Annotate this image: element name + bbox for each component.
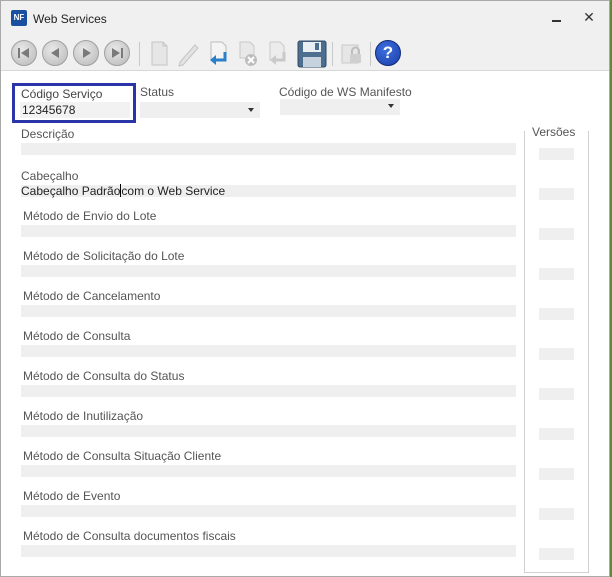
edit-button[interactable] xyxy=(175,40,203,67)
window-title: Web Services xyxy=(33,12,107,26)
codigo-ws-manifesto-label: Código de WS Manifesto xyxy=(279,85,412,99)
metodo-envio-lote-label: Método de Envio do Lote xyxy=(23,209,157,223)
cabecalho-value-after-caret: com o Web Service xyxy=(121,184,226,198)
codigo-servico-label: Código Serviço xyxy=(21,87,103,101)
versao-item[interactable] xyxy=(539,308,574,320)
metodo-cancelamento-label: Método de Cancelamento xyxy=(23,289,161,303)
web-services-window: NF Web Services ✕ ? Código Serviço 12345… xyxy=(0,0,610,577)
previous-record-button[interactable] xyxy=(42,40,70,67)
help-icon: ? xyxy=(375,40,401,66)
last-record-button[interactable] xyxy=(104,40,132,67)
close-icon: ✕ xyxy=(583,9,595,25)
cabecalho-value-before-caret: Cabeçalho Padrão xyxy=(21,184,121,198)
title-bar: NF Web Services ✕ xyxy=(1,1,609,36)
versao-item[interactable] xyxy=(539,548,574,560)
metodo-consulta-status-input[interactable] xyxy=(21,385,516,397)
cancel-arrow-icon xyxy=(269,41,286,65)
versao-item[interactable] xyxy=(539,148,574,160)
minimize-button[interactable] xyxy=(549,9,565,25)
descricao-input[interactable] xyxy=(21,143,516,155)
versao-item[interactable] xyxy=(539,268,574,280)
versao-item[interactable] xyxy=(539,468,574,480)
metodo-consulta-documentos-fiscais-input[interactable] xyxy=(21,545,516,557)
status-select[interactable] xyxy=(140,102,260,118)
next-record-button[interactable] xyxy=(73,40,101,67)
metodo-evento-input[interactable] xyxy=(21,505,516,517)
versao-item[interactable] xyxy=(539,348,574,360)
confirm-button[interactable] xyxy=(205,40,233,67)
metodo-inutilizacao-input[interactable] xyxy=(21,425,516,437)
metodo-solicitacao-lote-label: Método de Solicitação do Lote xyxy=(23,249,185,263)
cabecalho-label: Cabeçalho xyxy=(21,169,79,183)
first-record-button[interactable] xyxy=(11,40,39,67)
metodo-consulta-situacao-cliente-label: Método de Consulta Situação Cliente xyxy=(23,449,222,463)
toolbar-separator xyxy=(332,42,333,66)
previous-icon xyxy=(42,40,68,66)
metodo-consulta-label: Método de Consulta xyxy=(23,329,131,343)
versao-item[interactable] xyxy=(539,428,574,440)
app-icon: NF xyxy=(11,10,27,26)
close-button[interactable]: ✕ xyxy=(581,8,597,26)
metodo-solicitacao-lote-input[interactable] xyxy=(21,265,516,277)
pencil-icon xyxy=(178,44,199,67)
codigo-servico-value: 12345678 xyxy=(22,103,76,117)
new-document-icon xyxy=(151,41,168,66)
metodo-consulta-input[interactable] xyxy=(21,345,516,357)
versao-item[interactable] xyxy=(539,388,574,400)
versao-item[interactable] xyxy=(539,188,574,200)
next-icon xyxy=(73,40,99,66)
descricao-label: Descrição xyxy=(21,127,75,141)
toolbar-separator xyxy=(139,42,140,66)
status-label: Status xyxy=(140,85,175,99)
versoes-label: Versões xyxy=(529,125,579,139)
versao-item[interactable] xyxy=(539,228,574,240)
metodo-inutilizacao-label: Método de Inutilização xyxy=(23,409,144,423)
codigo-ws-manifesto-select[interactable] xyxy=(280,99,400,115)
floppy-disk-icon xyxy=(297,40,327,68)
metodo-envio-lote-input[interactable] xyxy=(21,225,516,237)
lock-icon xyxy=(341,44,361,64)
last-icon xyxy=(104,40,130,66)
lock-button[interactable] xyxy=(339,40,367,67)
chevron-down-icon xyxy=(248,108,254,112)
toolbar: ? xyxy=(1,36,609,71)
toolbar-separator xyxy=(370,42,371,66)
metodo-cancelamento-input[interactable] xyxy=(21,305,516,317)
delete-button[interactable] xyxy=(235,40,263,67)
cancel-button[interactable] xyxy=(265,40,293,67)
confirm-arrow-icon xyxy=(210,41,227,65)
metodo-consulta-status-label: Método de Consulta do Status xyxy=(23,369,185,383)
metodo-evento-label: Método de Evento xyxy=(23,489,121,503)
save-button[interactable] xyxy=(297,40,327,68)
cabecalho-value: Cabeçalho Padrãocom o Web Service xyxy=(21,184,225,198)
metodo-consulta-situacao-cliente-input[interactable] xyxy=(21,465,516,477)
delete-icon xyxy=(239,41,257,66)
metodo-consulta-documentos-fiscais-label: Método de Consulta documentos fiscais xyxy=(23,529,236,543)
first-icon xyxy=(11,40,37,66)
versao-item[interactable] xyxy=(539,508,574,520)
new-button[interactable] xyxy=(146,40,174,67)
chevron-down-icon xyxy=(388,104,394,108)
help-button[interactable]: ? xyxy=(375,40,403,67)
